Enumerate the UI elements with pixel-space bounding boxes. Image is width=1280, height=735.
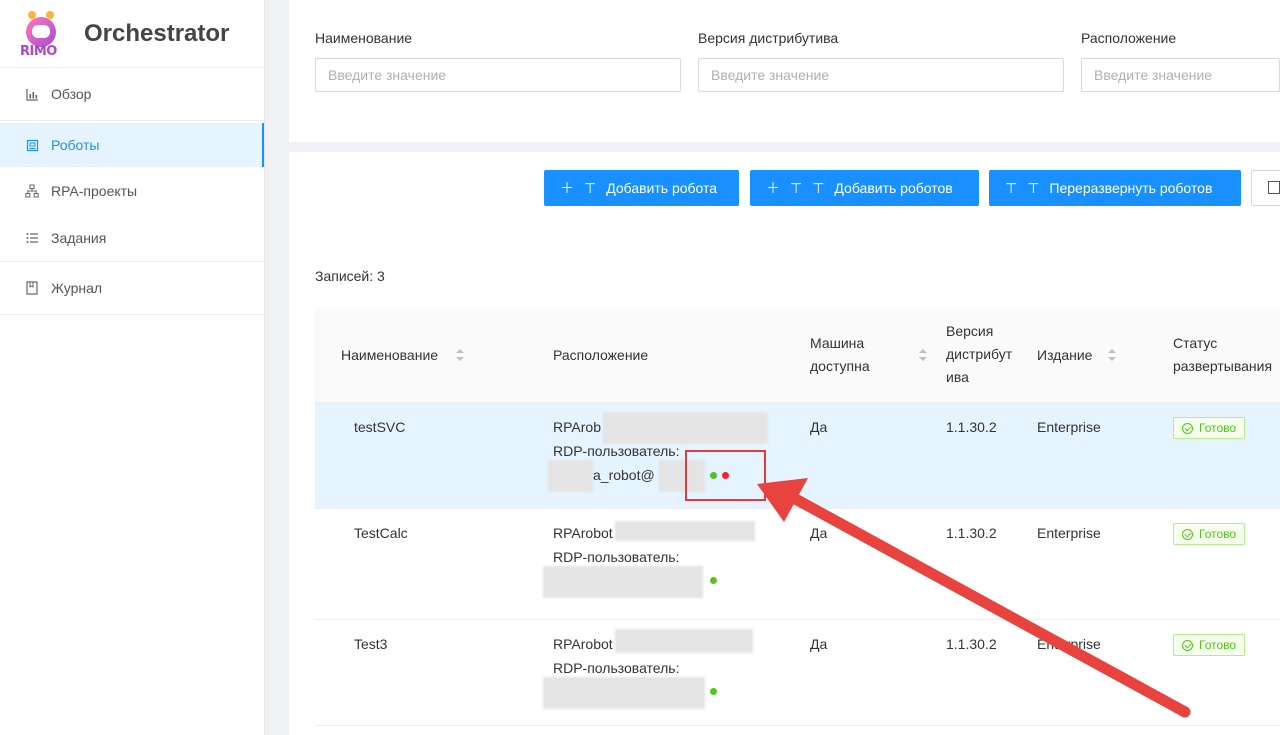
version-value: 1.1.30.2 bbox=[946, 636, 997, 652]
redacted-area bbox=[615, 629, 753, 653]
table-header: Наименование Расположение Машина доступн… bbox=[315, 308, 1280, 403]
sidebar-item-tasks[interactable]: Задания bbox=[0, 215, 264, 261]
robot-name: TestCalc bbox=[354, 525, 408, 541]
column-header-machine[interactable]: Машина доступна bbox=[810, 332, 870, 378]
location-host: RPArobot bbox=[553, 525, 613, 541]
redacted-area bbox=[548, 460, 593, 492]
robot-name: testSVC bbox=[354, 419, 406, 435]
sort-icon[interactable] bbox=[456, 349, 464, 361]
edition-value: Enterprise bbox=[1037, 636, 1101, 652]
sidebar-item-label: RPA-проекты bbox=[51, 183, 138, 199]
hierarchy-icon bbox=[25, 184, 39, 198]
location-host: RPArobot bbox=[553, 636, 613, 652]
upload-icon: ⊤ bbox=[1027, 179, 1040, 196]
status-badge: Готово bbox=[1173, 634, 1246, 656]
table-row[interactable]: TestCalc RPArobot RDP-пользователь: Да 1… bbox=[315, 509, 1280, 620]
machine-available: Да bbox=[810, 636, 828, 652]
status-dot-green bbox=[710, 577, 717, 584]
version-value: 1.1.30.2 bbox=[946, 525, 997, 541]
machine-available: Да bbox=[810, 419, 828, 435]
location-rdp-user: a_robot@ bbox=[593, 467, 655, 483]
filter-label-name: Наименование bbox=[315, 30, 413, 46]
export-icon bbox=[1268, 181, 1280, 194]
table-row[interactable]: Test3 RPArobot RDP-пользователь: Да 1.1.… bbox=[315, 620, 1280, 726]
column-header-location: Расположение bbox=[553, 347, 649, 363]
export-button[interactable] bbox=[1251, 170, 1280, 206]
machine-available: Да bbox=[810, 525, 828, 541]
status-badge: Готово bbox=[1173, 523, 1246, 545]
sidebar-item-journal[interactable]: Журнал bbox=[0, 262, 264, 314]
edition-value: Enterprise bbox=[1037, 419, 1101, 435]
list-icon bbox=[25, 231, 39, 245]
redacted-area bbox=[615, 521, 755, 541]
edition-value: Enterprise bbox=[1037, 525, 1101, 541]
app-title: Orchestrator bbox=[84, 19, 230, 47]
robot-icon bbox=[25, 138, 39, 152]
check-circle-icon bbox=[1182, 639, 1193, 651]
filter-label-version: Версия дистрибутива bbox=[698, 30, 839, 46]
sidebar-item-label: Обзор bbox=[51, 86, 92, 102]
redeploy-robots-button[interactable]: ⊤ ⊤ Переразвернуть роботов bbox=[989, 170, 1241, 206]
upload-icon: ⊤ bbox=[584, 179, 597, 196]
robots-panel: ＋ ⊤ Добавить робота ＋ ⊤ ⊤ Добавить робот… bbox=[289, 152, 1280, 735]
column-header-edition[interactable]: Издание bbox=[1037, 344, 1092, 367]
primo-logo: RIMO bbox=[20, 9, 70, 59]
sidebar-item-label: Журнал bbox=[51, 280, 103, 296]
plus-icon: ＋ bbox=[560, 180, 574, 196]
upload-icon: ⊤ bbox=[812, 179, 825, 196]
plus-icon: ＋ bbox=[766, 180, 780, 196]
version-filter-input[interactable] bbox=[698, 58, 1064, 92]
sidebar-item-overview[interactable]: Обзор bbox=[0, 68, 264, 120]
sidebar-item-label: Задания bbox=[51, 230, 107, 246]
status-badge: Готово bbox=[1173, 417, 1246, 439]
add-robots-button[interactable]: ＋ ⊤ ⊤ Добавить роботов bbox=[750, 170, 979, 206]
sidebar-item-robots[interactable]: Роботы bbox=[0, 123, 264, 167]
column-header-status: Статус развертывания bbox=[1173, 335, 1273, 374]
redacted-area bbox=[543, 677, 705, 709]
annotation-highlight-box bbox=[685, 450, 766, 501]
sort-icon[interactable] bbox=[1108, 349, 1116, 361]
check-circle-icon bbox=[1182, 422, 1193, 434]
table-row[interactable]: testSVC RPArob RDP-пользователь: a_robot… bbox=[315, 403, 1280, 509]
robot-name: Test3 bbox=[354, 636, 388, 652]
check-circle-icon bbox=[1182, 528, 1193, 540]
sort-icon[interactable] bbox=[919, 349, 927, 361]
status-dot-green bbox=[710, 688, 717, 695]
column-header-version: Версия дистрибут ива bbox=[946, 323, 1013, 385]
upload-icon: ⊤ bbox=[790, 179, 803, 196]
column-header-name[interactable]: Наименование bbox=[341, 344, 438, 367]
sidebar: RIMO Orchestrator Обзор Роботы RPA-проек… bbox=[0, 0, 265, 735]
redacted-area bbox=[543, 566, 703, 598]
filter-panel: Наименование Версия дистрибутива Располо… bbox=[289, 0, 1280, 142]
sidebar-item-rpa-projects[interactable]: RPA-проекты bbox=[0, 167, 264, 215]
upload-icon: ⊤ bbox=[1005, 179, 1018, 196]
add-robot-button[interactable]: ＋ ⊤ Добавить робота bbox=[544, 170, 739, 206]
journal-icon bbox=[25, 281, 39, 295]
bar-chart-icon bbox=[25, 87, 39, 101]
location-filter-input[interactable] bbox=[1081, 58, 1280, 92]
version-value: 1.1.30.2 bbox=[946, 419, 997, 435]
records-count: Записей: 3 bbox=[315, 268, 385, 284]
brand[interactable]: RIMO Orchestrator bbox=[0, 0, 264, 68]
filter-label-location: Расположение bbox=[1081, 30, 1177, 46]
sidebar-item-label: Роботы bbox=[51, 137, 100, 153]
name-filter-input[interactable] bbox=[315, 58, 681, 92]
location-host: RPArob bbox=[553, 419, 601, 435]
